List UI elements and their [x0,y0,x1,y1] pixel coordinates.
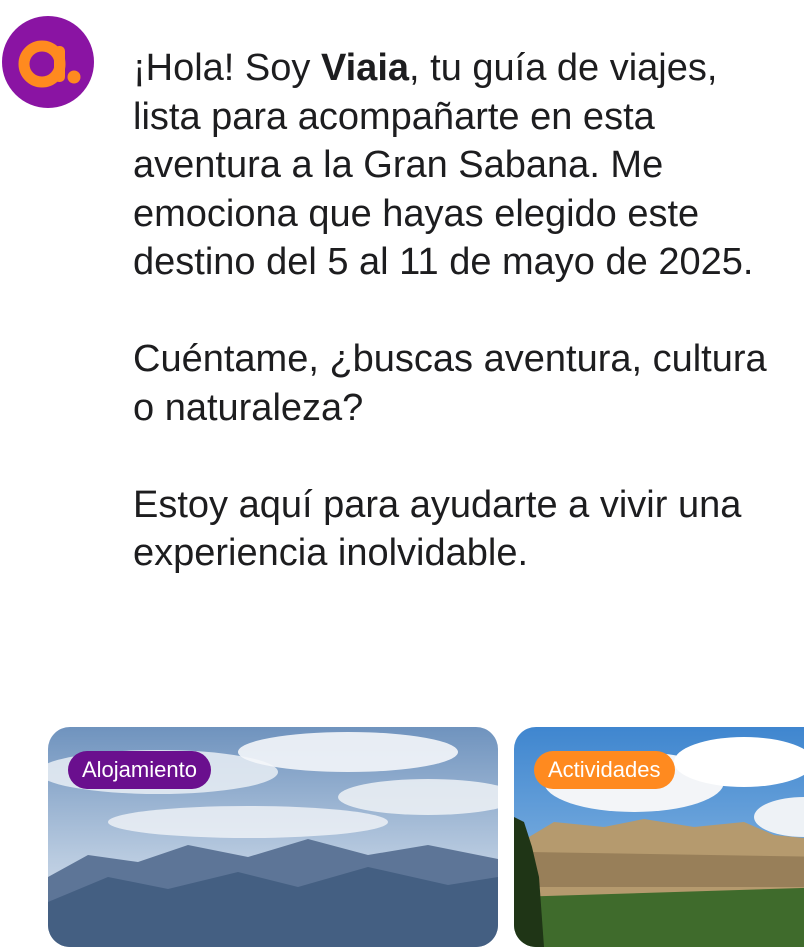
assistant-name: Viaia [320,47,410,89]
greeting-text: ¡Hola! Soy [133,47,321,89]
viaia-logo-icon [18,40,81,88]
closing-paragraph: Estoy aquí para ayudarte a vivir una exp… [133,483,742,575]
question-paragraph: Cuéntame, ¿buscas aventura, cultura o na… [133,338,767,429]
card-actividades[interactable]: Actividades [514,727,804,947]
greeting-paragraph: ¡Hola! Soy Viaia, tu guía de viajes, lis… [133,44,783,287]
assistant-avatar [2,16,94,108]
card-badge: Actividades [534,751,675,789]
assistant-message: ¡Hola! Soy Viaia, tu guía de viajes, lis… [133,44,783,578]
card-alojamiento[interactable]: Alojamiento [48,727,498,947]
card-badge: Alojamiento [68,751,211,789]
